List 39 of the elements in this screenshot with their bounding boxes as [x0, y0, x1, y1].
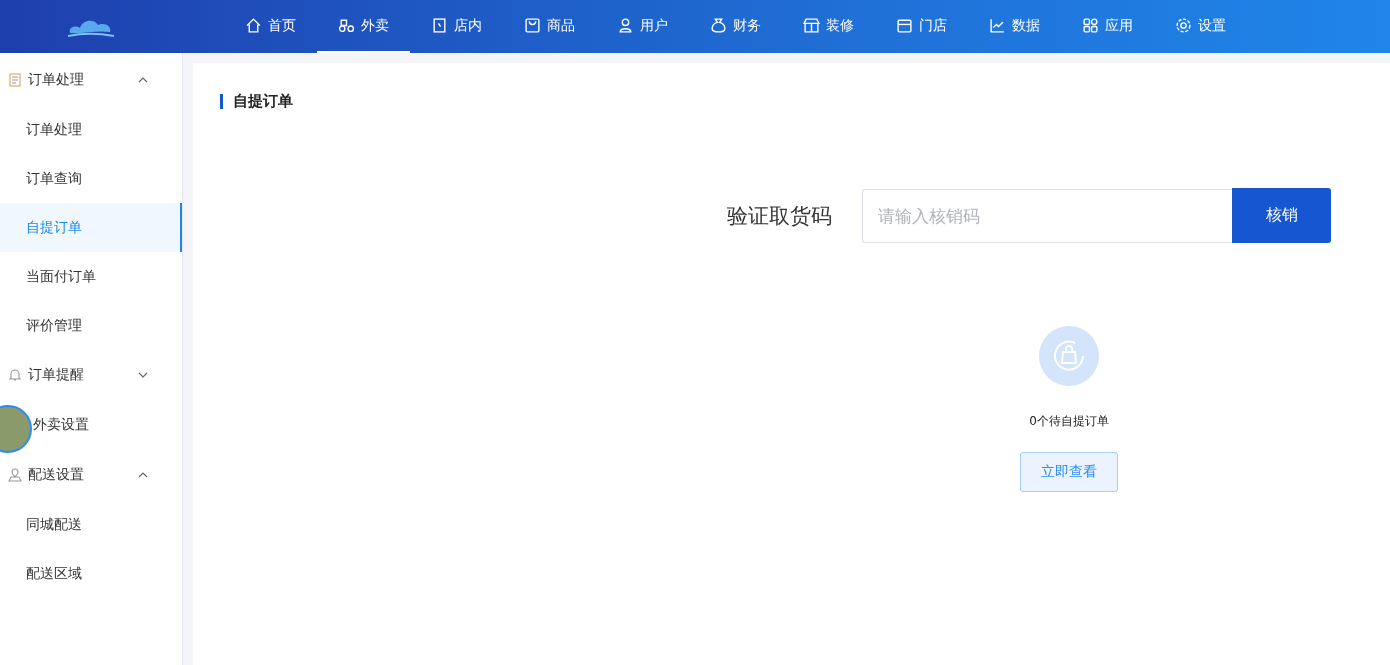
page-title: 自提订单 — [220, 94, 1390, 109]
sidebar-item[interactable]: 订单处理 — [0, 105, 182, 154]
shopping-bag-icon — [1039, 326, 1099, 386]
sidebar-item[interactable]: 同城配送 — [0, 500, 182, 549]
nav-tab[interactable]: 财务 — [689, 0, 782, 53]
sidebar-item[interactable]: 配送区域 — [0, 549, 182, 598]
sidebar-group[interactable]: 订单处理 — [0, 55, 182, 105]
nav-tab[interactable]: 用户 — [596, 0, 689, 53]
settings-icon — [1175, 17, 1192, 34]
nav-tab[interactable]: 设置 — [1154, 0, 1247, 53]
nav-tab[interactable]: 装修 — [782, 0, 875, 53]
nav-tab[interactable]: 商品 — [503, 0, 596, 53]
bag-icon — [524, 17, 541, 34]
line-chart-icon — [989, 17, 1006, 34]
sidebar-item[interactable]: 评价管理 — [0, 301, 182, 350]
user-icon — [617, 17, 634, 34]
nav-tab[interactable]: 门店 — [875, 0, 968, 53]
pending-orders-text: 0个待自提订单 — [1029, 413, 1109, 430]
sidebar-group[interactable]: 外卖设置 — [33, 416, 89, 434]
shop-icon — [896, 17, 913, 34]
nav-tab[interactable]: 店内 — [410, 0, 503, 53]
nav-tab[interactable]: 数据 — [968, 0, 1061, 53]
sidebar-item[interactable]: 订单查询 — [0, 154, 182, 203]
door-icon — [431, 17, 448, 34]
sidebar-item[interactable]: 自提订单 — [0, 203, 182, 252]
sidebar-group[interactable]: 配送设置 — [0, 450, 182, 500]
home-icon — [245, 17, 262, 34]
money-bag-icon — [710, 17, 727, 34]
grid-icon — [1082, 17, 1099, 34]
document-icon — [8, 73, 22, 87]
nav-tab[interactable]: 首页 — [224, 0, 317, 53]
sidebar-item[interactable]: 当面付订单 — [0, 252, 182, 301]
bell-icon — [8, 368, 22, 382]
storefront-icon — [803, 17, 820, 34]
verify-button[interactable]: 核销 — [1232, 188, 1331, 243]
sidebar-group[interactable]: 订单提醒 — [0, 350, 182, 400]
code-input-field[interactable]: 请输入核销码 — [862, 188, 1232, 243]
verify-label: 验证取货码 — [727, 202, 832, 230]
nav-tab[interactable]: 应用 — [1061, 0, 1154, 53]
